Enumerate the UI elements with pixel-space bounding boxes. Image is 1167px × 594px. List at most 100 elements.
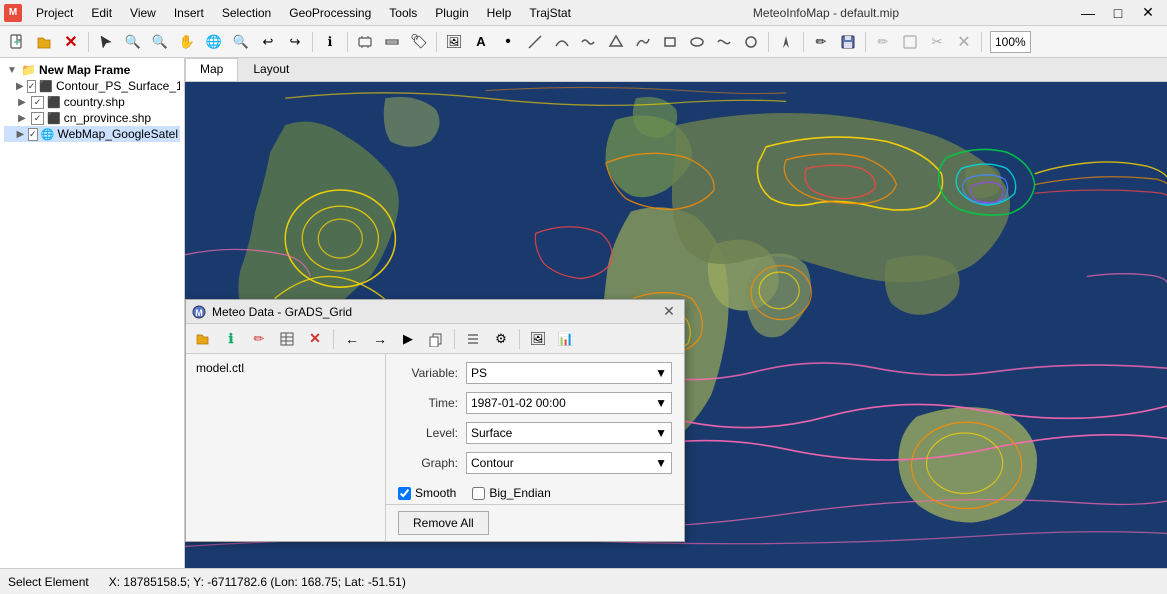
dialog-table-button[interactable] — [274, 326, 300, 352]
minimize-button[interactable]: — — [1073, 0, 1103, 26]
tb-zoom-out-button[interactable]: 🔍 — [147, 29, 173, 55]
smooth-label[interactable]: Smooth — [415, 486, 456, 500]
dialog-back-button[interactable]: ← — [339, 326, 365, 352]
time-row: Time: 1987-01-02 00:00 ▼ — [398, 392, 672, 414]
dialog-info-button[interactable]: ℹ — [218, 326, 244, 352]
tb-pan-button[interactable]: ✋ — [174, 29, 200, 55]
tb-noedit2-button[interactable] — [897, 29, 923, 55]
tb-redo-button[interactable]: ↪ — [282, 29, 308, 55]
tb-curve2-button[interactable] — [711, 29, 737, 55]
data-dialog: M Meteo Data - GrADS_Grid ✕ ℹ ✏ ✕ — [185, 299, 685, 542]
tab-layout[interactable]: Layout — [238, 58, 304, 81]
tb-wave-button[interactable] — [576, 29, 602, 55]
tree-layer-3[interactable]: ▶ 🌐 WebMap_GoogleSatel — [4, 126, 180, 142]
tb-tag-button[interactable]: 🏷 — [406, 29, 432, 55]
tb-polygon-button[interactable] — [603, 29, 629, 55]
dialog-edit-button[interactable]: ✏ — [246, 326, 272, 352]
check-2[interactable] — [31, 112, 44, 125]
remove-all-button[interactable]: Remove All — [398, 511, 489, 535]
dialog-open-button[interactable] — [190, 326, 216, 352]
tb-noedit-button[interactable]: ✏ — [870, 29, 896, 55]
dialog-list-button[interactable] — [460, 326, 486, 352]
close-button[interactable]: ✕ — [1133, 0, 1163, 26]
tb-del-button[interactable]: ✕ — [951, 29, 977, 55]
tb-text-button[interactable]: A — [468, 29, 494, 55]
tb-separator-1 — [88, 32, 89, 52]
tb-extent-button[interactable] — [352, 29, 378, 55]
dialog-body: model.ctl Variable: PS ▼ — [186, 354, 684, 541]
tb-save-button[interactable] — [835, 29, 861, 55]
tb-circle-button[interactable] — [738, 29, 764, 55]
tab-map[interactable]: Map — [185, 58, 238, 81]
tree-root[interactable]: ▼ 📁 New Map Frame — [4, 62, 180, 78]
level-select[interactable]: Surface ▼ — [466, 422, 672, 444]
tb-zoom-in-button[interactable]: 🔍 — [120, 29, 146, 55]
tb-select-button[interactable] — [93, 29, 119, 55]
check-1[interactable] — [31, 96, 44, 109]
tb-separator-3 — [347, 32, 348, 52]
menu-plugin[interactable]: Plugin — [427, 4, 476, 22]
map-canvas[interactable]: M Meteo Data - GrADS_Grid ✕ ℹ ✏ ✕ — [185, 82, 1167, 568]
bigendian-checkbox[interactable] — [472, 487, 485, 500]
dialog-settings-button[interactable]: ⚙ — [488, 326, 514, 352]
folder-icon: 📁 — [21, 63, 36, 77]
layer-label-1: country.shp — [64, 95, 125, 109]
menu-help[interactable]: Help — [479, 4, 520, 22]
menu-insert[interactable]: Insert — [166, 4, 212, 22]
map-area: Map Layout — [185, 58, 1167, 568]
tb-separator-5 — [768, 32, 769, 52]
tb-rect-button[interactable] — [657, 29, 683, 55]
tb-search-button[interactable]: 🔍 — [228, 29, 254, 55]
tb-curve-button[interactable] — [549, 29, 575, 55]
tb-separator-2 — [312, 32, 313, 52]
expand-icon-0: ▶ — [16, 80, 24, 92]
menu-edit[interactable]: Edit — [83, 4, 120, 22]
bigendian-label[interactable]: Big_Endian — [489, 486, 550, 500]
tb-cut-button[interactable]: ✂ — [924, 29, 950, 55]
menu-tools[interactable]: Tools — [381, 4, 425, 22]
dialog-image-button[interactable]: 🖼 — [525, 326, 551, 352]
dialog-run-button[interactable]: ▶ — [395, 326, 421, 352]
menu-geoprocessing[interactable]: GeoProcessing — [281, 4, 379, 22]
tb-edit-button[interactable]: ✏ — [808, 29, 834, 55]
tb-freehand-button[interactable] — [630, 29, 656, 55]
tb-close-button[interactable]: ✕ — [58, 29, 84, 55]
graph-label: Graph: — [398, 456, 458, 470]
tb-point-button[interactable]: • — [495, 29, 521, 55]
check-0[interactable] — [27, 80, 37, 93]
form-container: Variable: PS ▼ Time: 1987-01-02 00:00 — [386, 354, 684, 541]
expand-icon: ▼ — [6, 64, 18, 76]
dialog-forward-button[interactable]: → — [367, 326, 393, 352]
time-label: Time: — [398, 396, 458, 410]
file-item-0[interactable]: model.ctl — [190, 358, 381, 378]
tb-ellipse-button[interactable] — [684, 29, 710, 55]
menu-view[interactable]: View — [122, 4, 164, 22]
smooth-checkbox[interactable] — [398, 487, 411, 500]
tree-layer-0[interactable]: ▶ ⬛ Contour_PS_Surface_19 — [4, 78, 180, 94]
tb-new-button[interactable] — [4, 29, 30, 55]
maximize-button[interactable]: □ — [1103, 0, 1133, 26]
menu-trajstat[interactable]: TrajStat — [521, 4, 579, 22]
map-tabs: Map Layout — [185, 58, 1167, 82]
time-select[interactable]: 1987-01-02 00:00 ▼ — [466, 392, 672, 414]
tree-layer-2[interactable]: ▶ ⬛ cn_province.shp — [4, 110, 180, 126]
tb-image-button[interactable]: 🖼 — [441, 29, 467, 55]
tb-undo-button[interactable]: ↩ — [255, 29, 281, 55]
graph-select[interactable]: Contour ▼ — [466, 452, 672, 474]
dialog-chart-button[interactable]: 📊 — [553, 326, 579, 352]
tb-open-button[interactable] — [31, 29, 57, 55]
dialog-sep-3 — [519, 329, 520, 349]
dialog-copy-button[interactable] — [423, 326, 449, 352]
tb-north-button[interactable] — [773, 29, 799, 55]
menu-project[interactable]: Project — [28, 4, 81, 22]
tree-layer-1[interactable]: ▶ ⬛ country.shp — [4, 94, 180, 110]
tb-globe-button[interactable]: 🌐 — [201, 29, 227, 55]
dialog-delete-button[interactable]: ✕ — [302, 326, 328, 352]
check-3[interactable] — [28, 128, 38, 141]
tb-line-button[interactable] — [522, 29, 548, 55]
variable-select[interactable]: PS ▼ — [466, 362, 672, 384]
menu-selection[interactable]: Selection — [214, 4, 279, 22]
tb-info-button[interactable]: ℹ — [317, 29, 343, 55]
dialog-close-button[interactable]: ✕ — [660, 303, 678, 321]
tb-scale-button[interactable] — [379, 29, 405, 55]
